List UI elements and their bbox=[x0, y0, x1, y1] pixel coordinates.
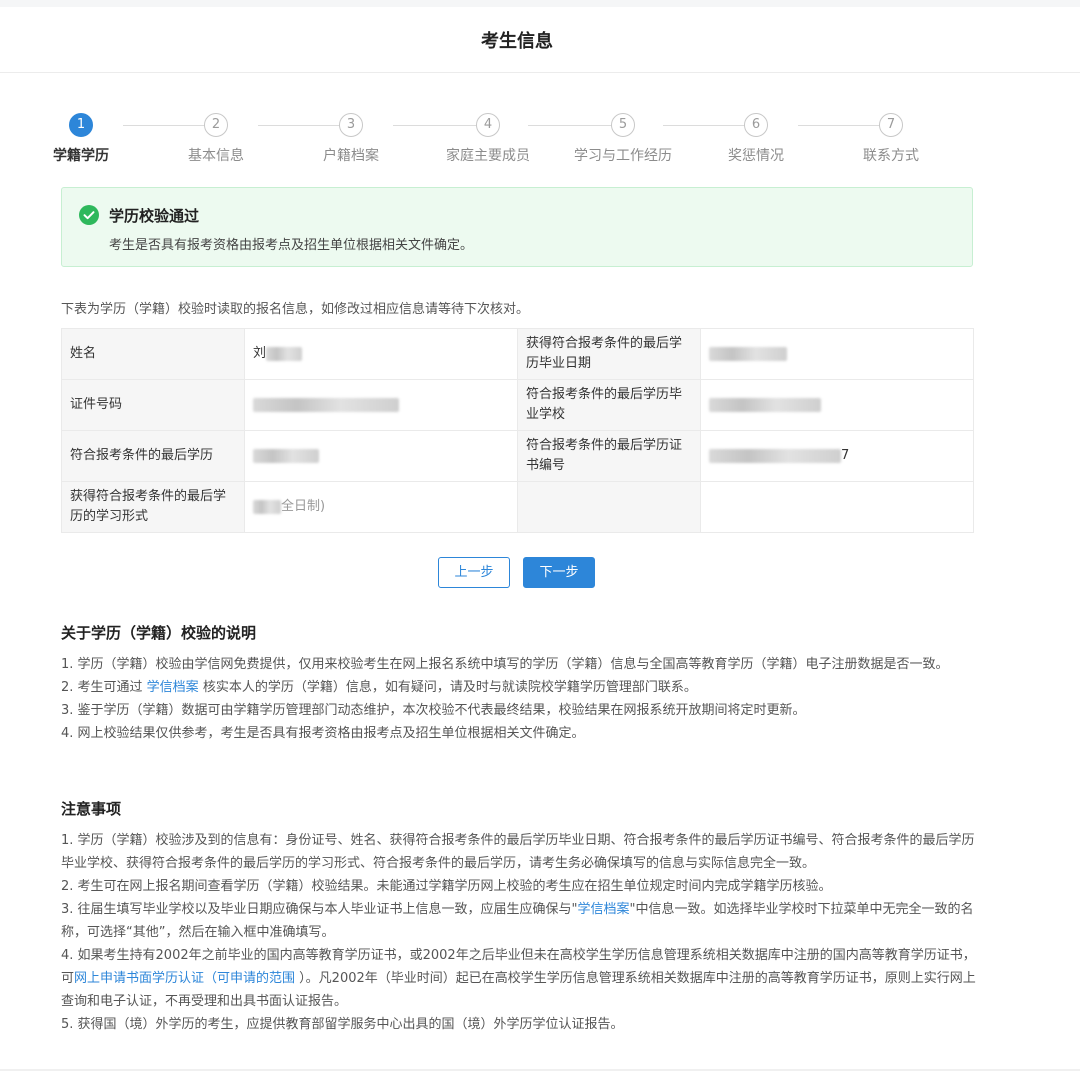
redacted-mask bbox=[253, 448, 319, 463]
redacted-mask bbox=[253, 397, 399, 412]
alert-title: 学历校验通过 bbox=[109, 207, 200, 225]
note-text: 核实本人的学历（学籍）信息，如有疑问，请及时与就读院校学籍学历管理部门联系。 bbox=[198, 680, 697, 695]
label-name: 姓名 bbox=[61, 328, 245, 380]
attention-note-1: 1. 学历（学籍）校验涉及到的信息有：身份证号、姓名、获得符合报考条件的最后学历… bbox=[61, 833, 975, 871]
value-study-form: 全日制) bbox=[244, 481, 518, 533]
progress-stepper: 1 学籍学历 2 基本信息 3 户籍档案 4 家庭主要成员 5 学习与工作经历 … bbox=[53, 113, 975, 169]
attention-title: 注意事项 bbox=[61, 800, 122, 818]
apply-written-certification-link[interactable]: 网上申请书面学历认证 bbox=[74, 971, 204, 986]
redacted-mask bbox=[709, 397, 821, 412]
note-text: 3. 往届生填写毕业学校以及毕业日期应确保与本人毕业证书上信息一致，应届生应确保… bbox=[61, 902, 578, 917]
step-basic-info[interactable]: 2 基本信息 bbox=[180, 113, 252, 165]
education-info-table: 姓名 刘 获得符合报考条件的最后学历毕业日期 证件号码 符合报考条件的最后学历毕… bbox=[61, 328, 974, 533]
verification-note-2: 2. 考生可通过 学信档案 核实本人的学历（学籍）信息，如有疑问，请及时与就读院… bbox=[61, 676, 979, 699]
step-number: 2 bbox=[204, 113, 228, 137]
step-contact[interactable]: 7 联系方式 bbox=[855, 113, 927, 165]
xuexin-archive-link[interactable]: 学信档案 bbox=[147, 680, 199, 695]
note-text: 2. 考生可通过 bbox=[61, 680, 147, 695]
page-header: 考生信息 bbox=[0, 7, 1080, 73]
step-number: 5 bbox=[611, 113, 635, 137]
label-graduation-date: 获得符合报考条件的最后学历毕业日期 bbox=[517, 328, 701, 380]
verification-note-4: 4. 网上校验结果仅供参考，考生是否具有报考资格由报考点及招生单位根据相关文件确… bbox=[61, 726, 585, 741]
verification-note-1: 1. 学历（学籍）校验由学信网免费提供，仅用来校验考生在网上报名系统中填写的学历… bbox=[61, 657, 949, 672]
step-xueji-xueli[interactable]: 1 学籍学历 bbox=[45, 113, 117, 165]
step-label: 家庭主要成员 bbox=[446, 148, 530, 164]
redacted-mask bbox=[253, 499, 281, 514]
step-number: 4 bbox=[476, 113, 500, 137]
page-title: 考生信息 bbox=[481, 30, 553, 52]
top-strip bbox=[0, 0, 1080, 7]
application-scope-link[interactable]: （可申请的范围 bbox=[204, 971, 295, 986]
value-id-number bbox=[244, 379, 518, 431]
redacted-mask bbox=[266, 346, 303, 361]
value-graduation-date bbox=[700, 328, 974, 380]
step-number: 7 bbox=[879, 113, 903, 137]
table-row: 姓名 刘 获得符合报考条件的最后学历毕业日期 bbox=[61, 328, 974, 380]
verification-notes-section: 关于学历（学籍）校验的说明 1. 学历（学籍）校验由学信网免费提供，仅用来校验考… bbox=[61, 622, 979, 745]
next-step-button[interactable]: 下一步 bbox=[523, 557, 595, 588]
step-number: 3 bbox=[339, 113, 363, 137]
attention-note-3: 3. 往届生填写毕业学校以及毕业日期应确保与本人毕业证书上信息一致，应届生应确保… bbox=[61, 898, 979, 944]
table-row: 符合报考条件的最后学历 符合报考条件的最后学历证书编号 7 bbox=[61, 430, 974, 482]
check-circle-icon bbox=[79, 205, 99, 225]
table-row: 证件号码 符合报考条件的最后学历毕业学校 bbox=[61, 379, 974, 431]
value-education-level bbox=[244, 430, 518, 482]
step-family-members[interactable]: 4 家庭主要成员 bbox=[440, 113, 536, 165]
step-number: 6 bbox=[744, 113, 768, 137]
step-label: 联系方式 bbox=[863, 148, 919, 164]
alert-description: 考生是否具有报考资格由报考点及招生单位根据相关文件确定。 bbox=[109, 238, 474, 253]
table-row: 获得符合报考条件的最后学历的学习形式 全日制) bbox=[61, 481, 974, 533]
table-intro-text: 下表为学历（学籍）校验时读取的报名信息，如修改过相应信息请等待下次核对。 bbox=[61, 302, 530, 317]
step-label: 基本信息 bbox=[188, 148, 244, 164]
label-certificate-number: 符合报考条件的最后学历证书编号 bbox=[517, 430, 701, 482]
label-graduation-school: 符合报考条件的最后学历毕业学校 bbox=[517, 379, 701, 431]
empty-label-cell bbox=[517, 481, 701, 533]
label-study-form: 获得符合报考条件的最后学历的学习形式 bbox=[61, 481, 245, 533]
label-id-number: 证件号码 bbox=[61, 379, 245, 431]
value-study-form-text: 全日制) bbox=[281, 499, 326, 514]
value-certificate-number: 7 bbox=[700, 430, 974, 482]
step-label: 学籍学历 bbox=[53, 148, 109, 164]
value-name-text: 刘 bbox=[253, 346, 267, 361]
verification-notes-title: 关于学历（学籍）校验的说明 bbox=[61, 624, 257, 642]
xuexin-archive-link[interactable]: 学信档案 bbox=[578, 902, 630, 917]
attention-section: 注意事项 1. 学历（学籍）校验涉及到的信息有：身份证号、姓名、获得符合报考条件… bbox=[61, 798, 979, 1036]
attention-note-2: 2. 考生可在网上报名期间查看学历（学籍）校验结果。未能通过学籍学历网上校验的考… bbox=[61, 879, 832, 894]
certificate-number-tail: 7 bbox=[841, 448, 850, 463]
step-household-record[interactable]: 3 户籍档案 bbox=[315, 113, 387, 165]
attention-note-5: 5. 获得国（境）外学历的考生，应提供教育部留学服务中心出具的国（境）外学历学位… bbox=[61, 1017, 624, 1032]
previous-step-button[interactable]: 上一步 bbox=[438, 557, 510, 588]
attention-note-4: 4. 如果考生持有2002年之前毕业的国内高等教育学历证书，或2002年之后毕业… bbox=[61, 944, 979, 1013]
empty-value-cell bbox=[700, 481, 974, 533]
step-label: 奖惩情况 bbox=[728, 148, 784, 164]
step-rewards-penalties[interactable]: 6 奖惩情况 bbox=[720, 113, 792, 165]
redacted-mask bbox=[709, 448, 841, 463]
step-label: 学习与工作经历 bbox=[574, 148, 672, 164]
value-name: 刘 bbox=[244, 328, 518, 380]
label-education-level: 符合报考条件的最后学历 bbox=[61, 430, 245, 482]
step-label: 户籍档案 bbox=[323, 148, 379, 164]
value-graduation-school bbox=[700, 379, 974, 431]
verification-note-3: 3. 鉴于学历（学籍）数据可由学籍学历管理部门动态维护，本次校验不代表最终结果，… bbox=[61, 703, 806, 718]
verification-success-alert: 学历校验通过 考生是否具有报考资格由报考点及招生单位根据相关文件确定。 bbox=[61, 187, 973, 267]
redacted-mask bbox=[709, 346, 787, 361]
step-study-work-history[interactable]: 5 学习与工作经历 bbox=[566, 113, 680, 165]
step-number: 1 bbox=[69, 113, 93, 137]
